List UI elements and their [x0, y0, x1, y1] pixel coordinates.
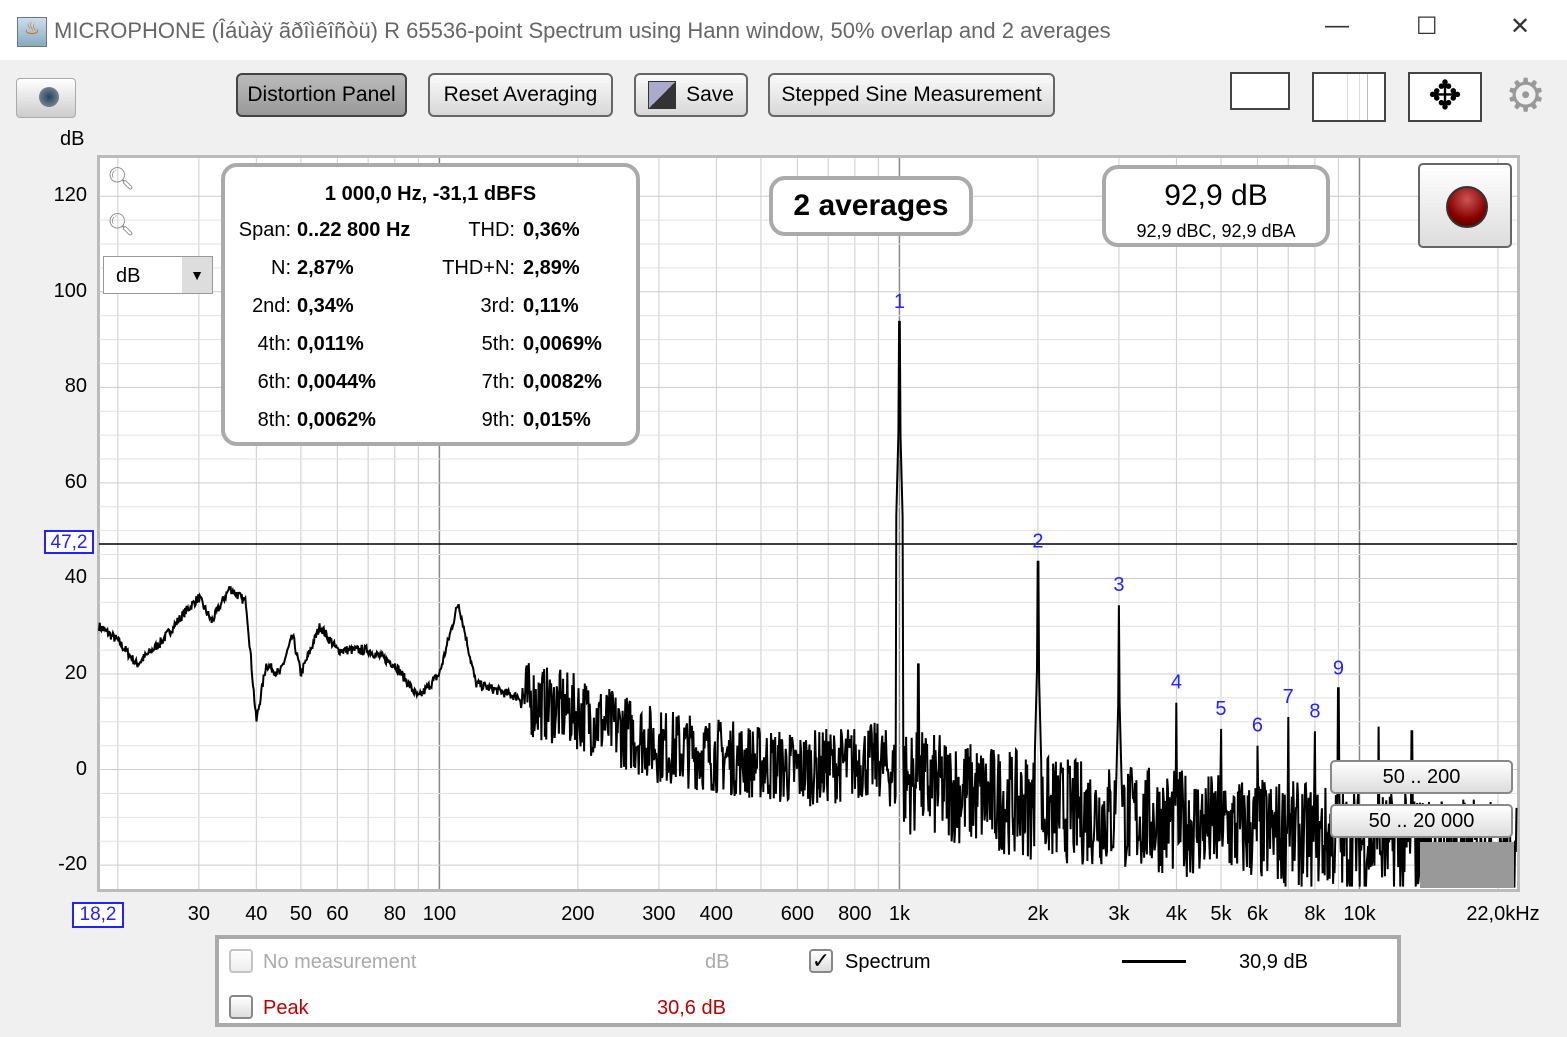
x-tick-label: 3k [1108, 903, 1130, 925]
distortion-value: 0,0082% [523, 371, 602, 393]
x-tick-label: 10k [1343, 903, 1376, 925]
distortion-label: N: [271, 257, 291, 279]
range-50-20000-button[interactable]: 50 .. 20 000 [1330, 804, 1513, 838]
distortion-value: 2,87% [297, 257, 354, 279]
no-measurement-checkbox[interactable] [229, 949, 253, 973]
distortion-label: 9th: [481, 409, 515, 431]
spectrum-label: Spectrum [845, 951, 931, 973]
y-tick-label: 0 [75, 757, 87, 780]
harmonic-label: 7 [1283, 686, 1294, 708]
record-icon [1446, 186, 1488, 228]
legend-panel: No measurement dB ✓ Spectrum 30,9 dB Pea… [215, 935, 1401, 1027]
x-tick-label: 2k [1027, 903, 1049, 925]
distortion-value: 0,015% [523, 409, 591, 431]
x-tick-label: 100 [422, 903, 457, 925]
peak-checkbox[interactable] [229, 995, 253, 1019]
distortion-label: Span: [238, 219, 291, 241]
spectrum-checkbox[interactable]: ✓ [809, 949, 833, 973]
peak-value: 30,6 dB [657, 997, 726, 1019]
x-tick-label: 22,0kHz [1466, 903, 1540, 925]
distortion-value: 0,36% [523, 219, 580, 241]
distortion-label: 6th: [257, 371, 291, 393]
zoom-out-icon[interactable]: 🔍︎ [107, 212, 135, 238]
x-tick-label: 60 [326, 903, 349, 925]
harmonic-label: 9 [1333, 657, 1344, 679]
x-tick-label: 200 [561, 903, 595, 925]
fundamental-readout: 1 000,0 Hz, -31,1 dBFS [324, 183, 537, 205]
y-tick-label: -20 [58, 853, 87, 876]
distortion-label: THD: [468, 219, 515, 241]
distortion-label: 5th: [481, 333, 515, 355]
distortion-label: 3rd: [480, 295, 515, 317]
harmonic-label: 2 [1032, 531, 1043, 553]
x-tick-label: 300 [642, 903, 676, 925]
x-tick-label: 5k [1210, 903, 1232, 925]
x-tick-label: 40 [245, 903, 268, 925]
y-tick-label: 20 [64, 662, 87, 684]
no-measurement-label: No measurement [263, 951, 417, 973]
y-tick-label: 100 [53, 279, 87, 302]
spectrum-value: 30,9 dB [1239, 951, 1308, 973]
x-tick-label: 600 [780, 903, 815, 925]
distortion-label: THD+N: [442, 257, 515, 279]
x-tick-label: 50 [289, 903, 313, 925]
level-value: 92,9 dB [1164, 179, 1268, 212]
distortion-value: 0,11% [523, 295, 579, 317]
y-tick-label: 80 [64, 375, 87, 398]
distortion-panel: 1 000,0 Hz, -31,1 dBFS Span: 0..22 800 Hz… [221, 163, 640, 446]
distortion-label: 2nd: [252, 295, 291, 317]
y-tick-label: 120 [53, 184, 87, 207]
y-tick-label: 40 [64, 566, 87, 589]
spectrum-chart: 1 2 3 4 5 6789 [98, 158, 1518, 889]
record-button[interactable] [1418, 163, 1512, 248]
level-weighted: 92,9 dBC, 92,9 dBA [1136, 221, 1296, 241]
cursor-x-readout: 18,2 [72, 902, 124, 928]
chevron-down-icon: ▼ [182, 257, 212, 293]
x-tick-label: 8k [1304, 903, 1326, 925]
averages-badge: 2 averages [769, 176, 973, 236]
peak-label: Peak [263, 997, 309, 1019]
spectrum-line-swatch [1122, 960, 1186, 963]
y-tick-label: 60 [64, 470, 87, 493]
zoom-scale-controls[interactable] [1420, 842, 1514, 888]
range-50-200-button[interactable]: 50 .. 200 [1330, 760, 1513, 794]
cursor-y-readout: 47,2 [44, 530, 94, 554]
no-measurement-unit: dB [705, 951, 730, 973]
zoom-in-icon[interactable]: 🔍︎ [107, 166, 135, 192]
x-tick-label: 4k [1165, 903, 1187, 925]
distortion-value: 0,011% [297, 333, 364, 355]
harmonic-label: 4 [1171, 672, 1182, 694]
distortion-label: 4th: [257, 333, 291, 355]
distortion-value: 2,89% [523, 257, 580, 279]
unit-select-value: dB [116, 265, 141, 287]
distortion-label: 8th: [257, 409, 291, 431]
harmonic-label: 3 [1113, 574, 1124, 596]
x-tick-label: 80 [383, 903, 406, 925]
harmonic-label: 8 [1309, 700, 1320, 722]
x-tick-label: 1k [888, 903, 910, 925]
harmonic-label: 5 [1215, 698, 1226, 720]
x-tick-label: 800 [838, 903, 872, 925]
x-tick-label: 30 [187, 903, 210, 925]
x-tick-label: 400 [699, 903, 734, 925]
harmonic-label: 6 [1252, 715, 1263, 737]
unit-select[interactable]: dB ▼ [103, 256, 213, 294]
distortion-value: 0,0069% [523, 333, 602, 355]
distortion-label: 7th: [481, 371, 515, 393]
x-tick-label: 6k [1246, 903, 1268, 925]
level-readout: 92,9 dB 92,9 dBC, 92,9 dBA [1102, 165, 1330, 247]
distortion-value: 0,34% [297, 295, 354, 317]
harmonic-label: 1 [894, 291, 905, 313]
